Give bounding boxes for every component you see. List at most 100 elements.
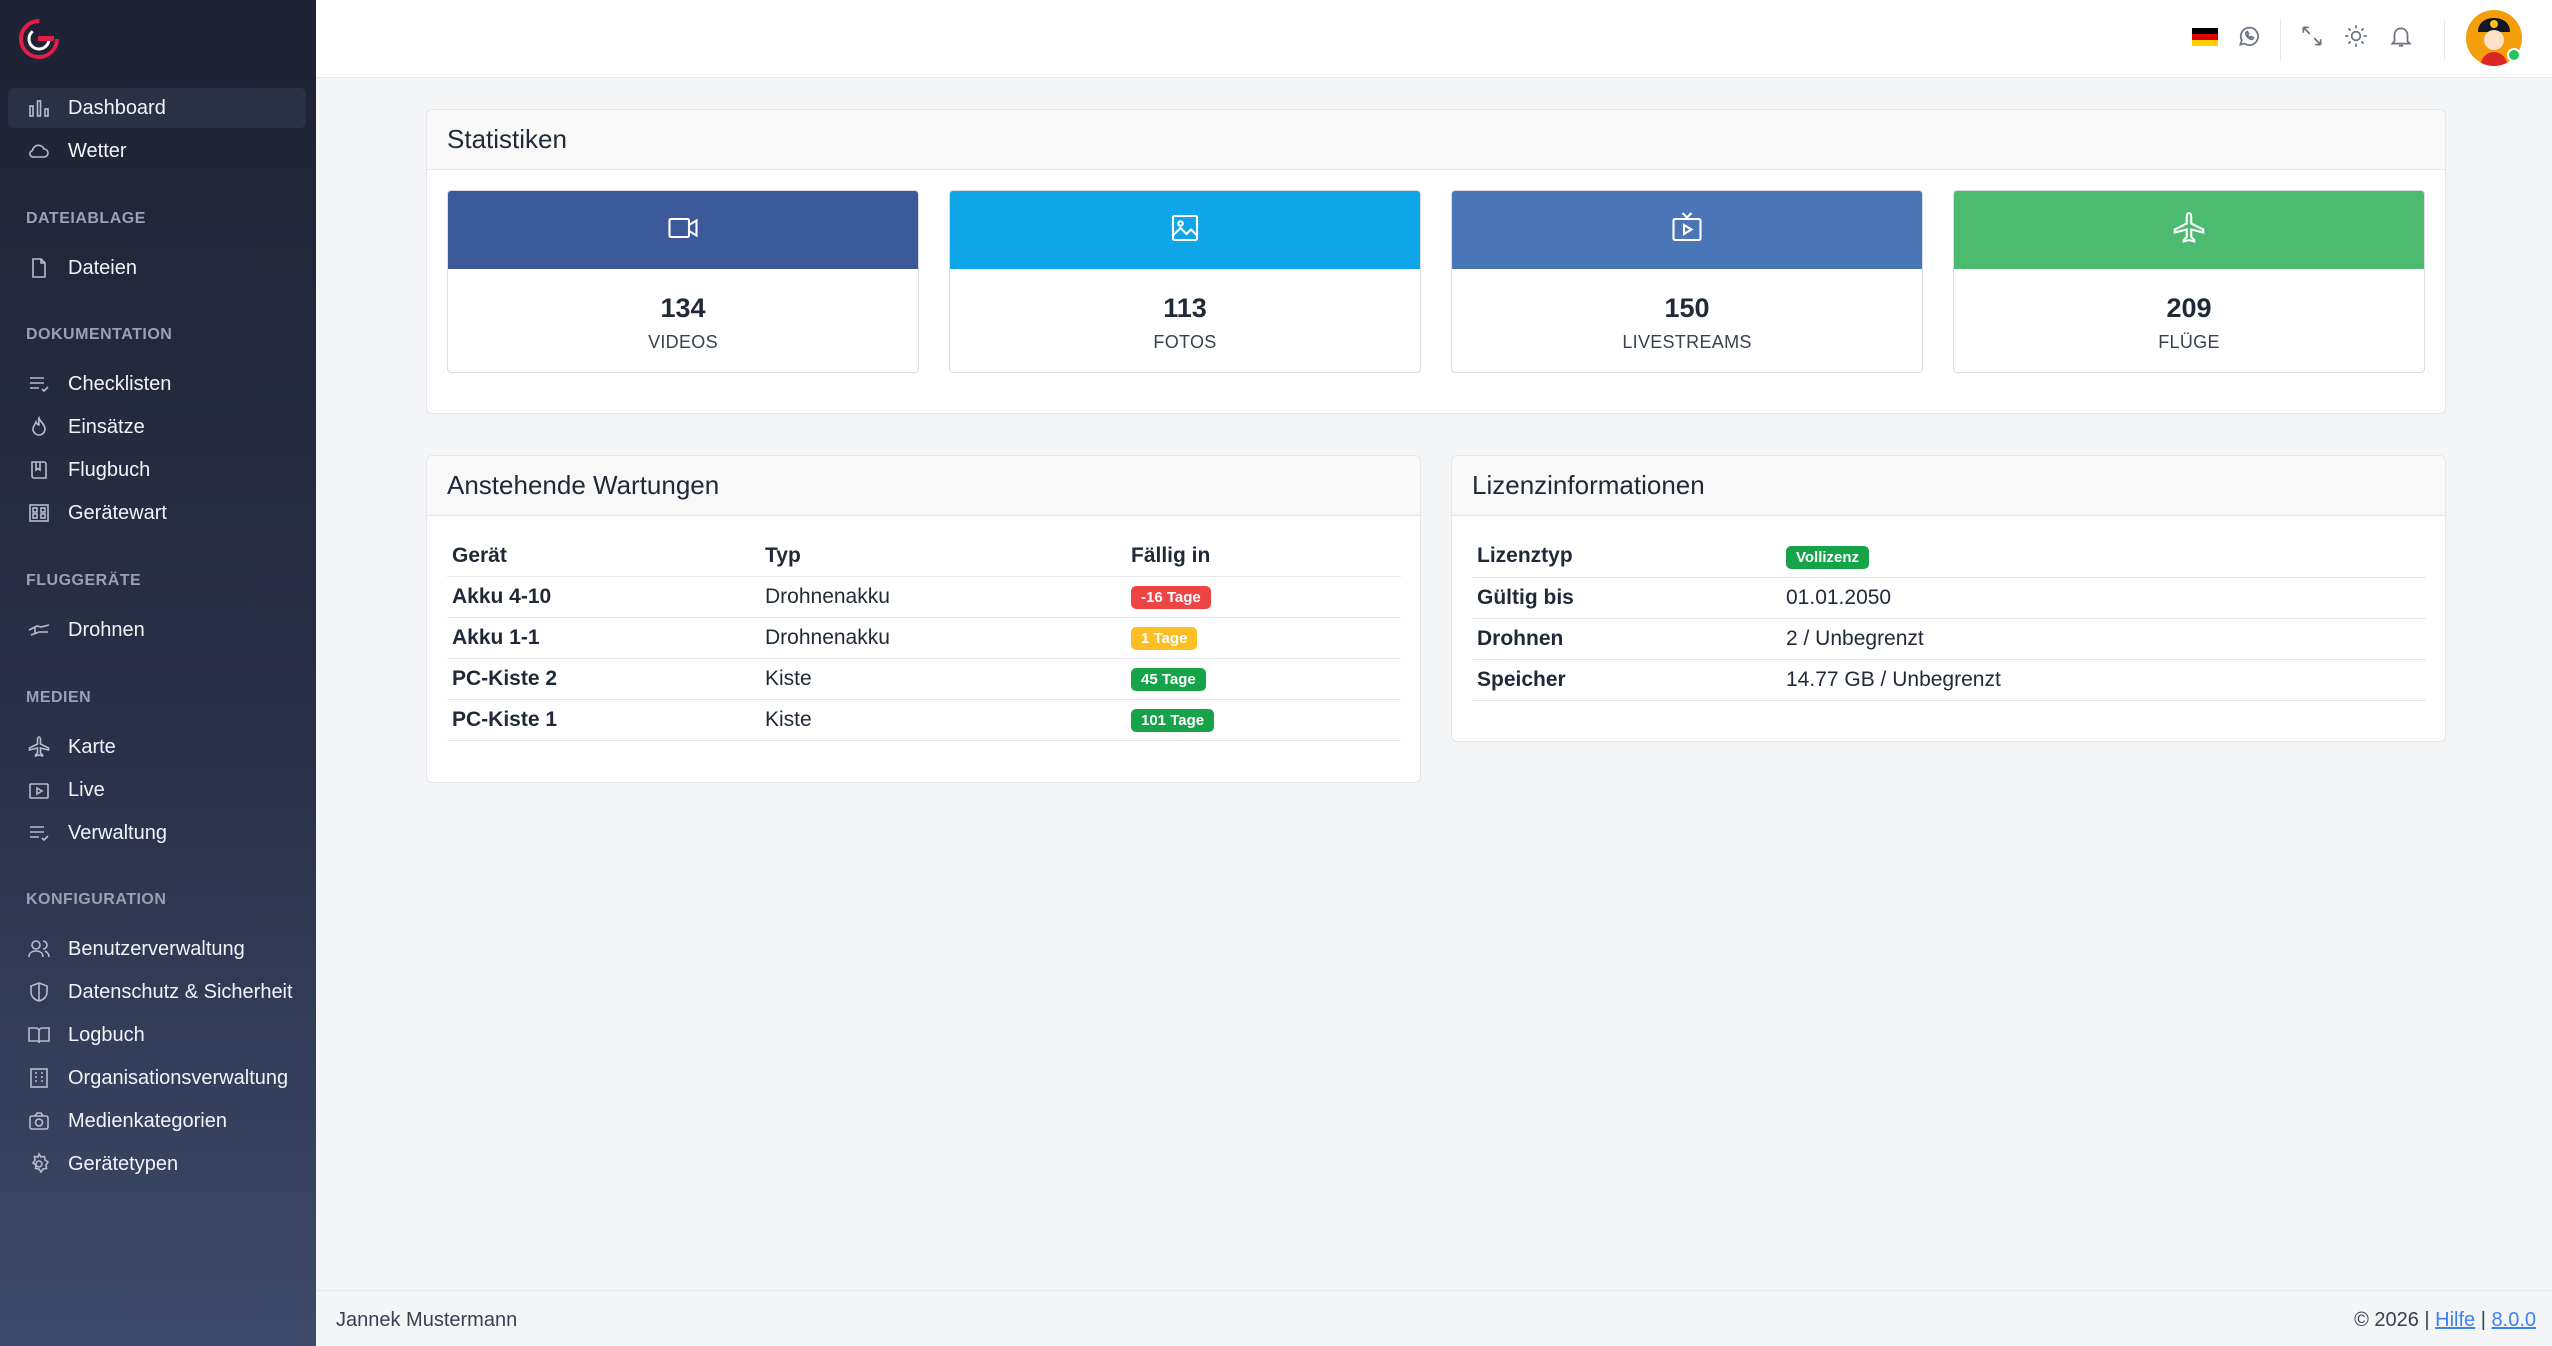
sidebar-item-logbuch[interactable]: Logbuch (8, 1015, 306, 1055)
cell-typ: Drohnenakku (765, 616, 1131, 658)
sidebar-item-verwaltung[interactable]: Verwaltung (8, 813, 306, 853)
section-dateiablage: DATEIABLAGE (26, 210, 146, 227)
grid-icon (26, 500, 52, 526)
due-badge: 101 Tage (1131, 709, 1215, 732)
sidebar-item-geraetetypen[interactable]: Gerätetypen (8, 1144, 306, 1184)
wartungen-card: Anstehende Wartungen Gerät Typ Fällig in… (426, 455, 1421, 783)
column-header: Typ (765, 543, 801, 567)
table-row[interactable]: PC-Kiste 2 Kiste 45 Tage (447, 657, 1401, 699)
wartungen-table: Gerät Typ Fällig in Akku 4-10 Drohnenakk… (447, 536, 1401, 741)
sidebar-item-live[interactable]: Live (8, 770, 306, 810)
stat-band (1452, 191, 1922, 269)
section-fluggeraete: FLUGGERÄTE (26, 572, 142, 589)
license-value: 14.77 GB / Unbegrenzt (1786, 658, 2426, 701)
stat-band (448, 191, 918, 269)
table-row[interactable]: PC-Kiste 1 Kiste 101 Tage (447, 698, 1401, 741)
section-dokumentation: DOKUMENTATION (26, 326, 173, 343)
stat-card-fluege[interactable]: 209 FLÜGE (1953, 190, 2425, 373)
stat-band (950, 191, 1420, 269)
sidebar-item-label: Datenschutz & Sicherheit (68, 980, 293, 1003)
file-icon (26, 255, 52, 281)
sidebar-item-label: Organisationsverwaltung (68, 1066, 289, 1089)
stat-label: LIVESTREAMS (1622, 332, 1752, 352)
book-icon (26, 457, 52, 483)
cell-typ: Kiste (765, 698, 1131, 741)
cloud-icon (26, 138, 52, 164)
sidebar-item-geraetewart[interactable]: Gerätewart (8, 493, 306, 533)
plane-icon (2171, 210, 2207, 251)
sidebar-item-label: Wetter (68, 139, 127, 162)
license-row: Speicher 14.77 GB / Unbegrenzt (1472, 658, 2426, 701)
sidebar-item-dateien[interactable]: Dateien (8, 248, 306, 288)
stat-card-fotos[interactable]: 113 FOTOS (949, 190, 1421, 373)
cell-geraet: Akku 4-10 (447, 575, 765, 617)
sidebar-item-checklisten[interactable]: Checklisten (8, 364, 306, 404)
cell-typ: Drohnenakku (765, 575, 1131, 617)
footer-user: Jannek Mustermann (336, 1309, 518, 1331)
sidebar-item-label: Benutzerverwaltung (68, 937, 245, 960)
cell-geraet: PC-Kiste 2 (447, 657, 765, 699)
list-icon (26, 371, 52, 397)
bell-icon[interactable] (2386, 21, 2416, 51)
stat-value: 150 (1664, 293, 1710, 323)
sidebar-item-dashboard[interactable]: Dashboard (8, 88, 306, 128)
sidebar-item-drohnen[interactable]: Drohnen (8, 610, 306, 650)
sidebar-item-label: Medienkategorien (68, 1109, 227, 1132)
stat-value: 134 (660, 293, 706, 323)
stat-label: VIDEOS (648, 332, 718, 352)
whatsapp-icon[interactable] (2234, 21, 2264, 51)
separator (2444, 20, 2445, 60)
cell-faellig: 1 Tage (1131, 616, 1401, 658)
app-logo[interactable] (14, 14, 64, 64)
sidebar-item-organisationsverwaltung[interactable]: Organisationsverwaltung (8, 1058, 306, 1098)
license-label: Lizenztyp (1477, 544, 1573, 568)
license-label: Drohnen (1472, 617, 1786, 659)
cell-typ: Kiste (765, 657, 1131, 699)
table-row[interactable]: Akku 1-1 Drohnenakku 1 Tage (447, 616, 1401, 658)
stat-value: 113 (1163, 293, 1207, 323)
due-badge: -16 Tage (1131, 586, 1211, 609)
stat-card-videos[interactable]: 134 VIDEOS (447, 190, 919, 373)
stat-card-livestreams[interactable]: 150 LIVESTREAMS (1451, 190, 1923, 373)
license-value: 2 / Unbegrenzt (1786, 617, 2426, 659)
table-row[interactable]: Akku 4-10 Drohnenakku -16 Tage (447, 575, 1401, 617)
sidebar-item-label: Live (68, 778, 105, 801)
live-tv-icon (1669, 210, 1705, 251)
camera-icon (26, 1108, 52, 1134)
users-icon (26, 936, 52, 962)
due-badge: 45 Tage (1131, 668, 1206, 691)
sidebar-item-wetter[interactable]: Wetter (8, 131, 306, 171)
building-icon (26, 1065, 52, 1091)
section-konfiguration: KONFIGURATION (26, 891, 167, 908)
sun-icon[interactable] (2341, 21, 2371, 51)
license-row: Drohnen 2 / Unbegrenzt (1472, 617, 2426, 659)
stat-value: 209 (2166, 293, 2212, 323)
sidebar-item-flugbuch[interactable]: Flugbuch (8, 450, 306, 490)
help-link[interactable]: Hilfe (2435, 1309, 2475, 1331)
fullscreen-icon[interactable] (2297, 21, 2327, 51)
sidebar-item-benutzerverwaltung[interactable]: Benutzerverwaltung (8, 929, 306, 969)
version-link[interactable]: 8.0.0 (2492, 1309, 2536, 1331)
sidebar-item-label: Flugbuch (68, 458, 151, 481)
copyright-text: © 2026 | (2354, 1309, 2430, 1331)
image-icon (1167, 210, 1203, 251)
video-camera-icon (665, 210, 701, 251)
sidebar-item-label: Logbuch (68, 1023, 145, 1046)
license-label: Gültig bis (1472, 576, 1786, 618)
column-header: Fällig in (1131, 543, 1211, 567)
table-header-row: Gerät Typ Fällig in (447, 536, 1401, 576)
cell-geraet: Akku 1-1 (447, 616, 765, 658)
license-value: Vollizenz (1786, 536, 2426, 577)
sidebar-item-datenschutz[interactable]: Datenschutz & Sicherheit (8, 972, 306, 1012)
german-flag-icon[interactable] (2192, 28, 2218, 46)
card-title: Statistiken (427, 110, 2445, 170)
sidebar-item-label: Gerätetypen (68, 1152, 179, 1175)
sidebar-item-einsaetze[interactable]: Einsätze (8, 407, 306, 447)
sidebar-item-label: Dashboard (68, 96, 166, 119)
due-badge: 1 Tage (1131, 627, 1198, 650)
sidebar-item-karte[interactable]: Karte (8, 727, 306, 767)
sidebar-item-medienkategorien[interactable]: Medienkategorien (8, 1101, 306, 1141)
gear-icon (26, 1151, 52, 1177)
sidebar-item-label: Verwaltung (68, 821, 167, 844)
list-icon (26, 820, 52, 846)
